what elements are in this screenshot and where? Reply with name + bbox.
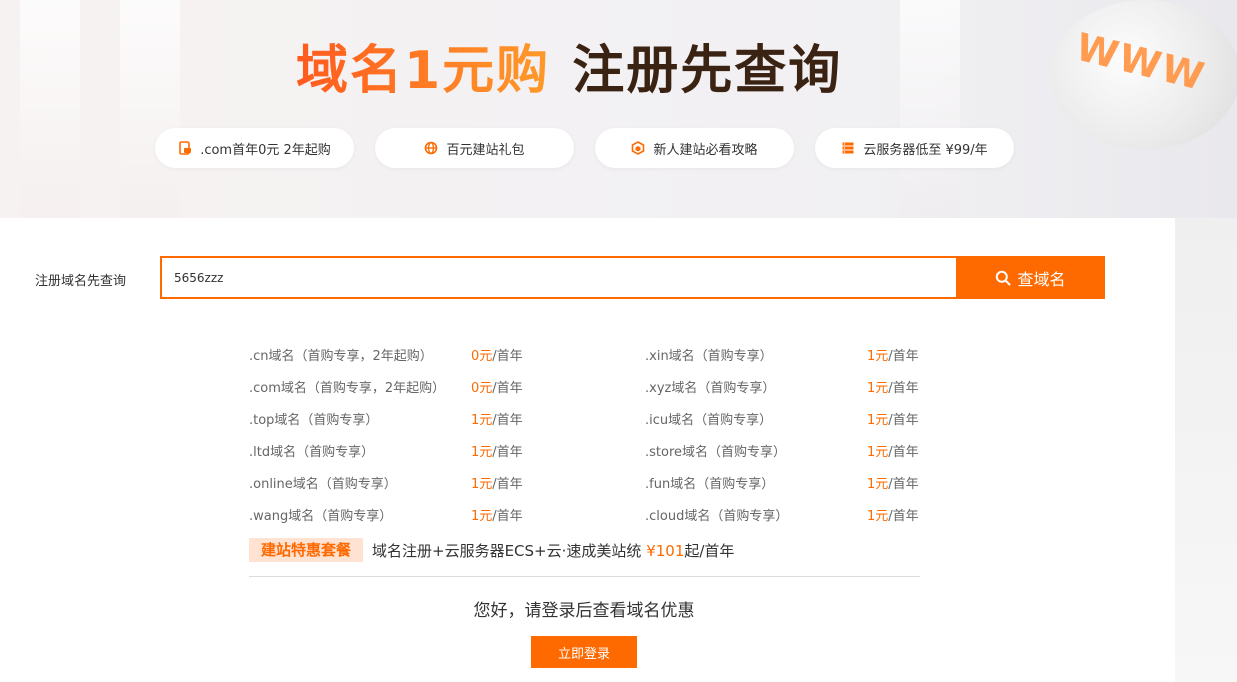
globe-icon: [425, 141, 438, 155]
pill-label: 百元建站礼包: [446, 142, 525, 158]
promo-package[interactable]: 建站特惠套餐 域名注册+云服务器ECS+云·速成美站统 ¥101起/首年: [249, 538, 734, 562]
domain-name: .store域名（首购专享）: [645, 444, 787, 460]
domain-name: .wang域名（首购专享）: [249, 508, 393, 524]
domain-name: .ltd域名（首购专享）: [249, 444, 375, 460]
price-unit: /首年: [888, 444, 919, 460]
price-unit: /首年: [492, 444, 523, 460]
domain-price: 1元: [867, 412, 889, 428]
promo-price: ¥101: [646, 541, 685, 560]
domain-name: .online域名（首购专享）: [249, 476, 397, 492]
list-item[interactable]: .cn域名（首购专享，2年起购） 0元/首年: [249, 338, 645, 370]
pill-site-package[interactable]: 百元建站礼包: [375, 128, 574, 168]
server-icon: [842, 142, 854, 154]
domain-name: .xin域名（首购专享）: [645, 348, 773, 364]
pill-label: 云服务器低至 ¥99/年: [863, 142, 988, 158]
domain-name: .top域名（首购专享）: [249, 412, 379, 428]
domain-price: 1元: [471, 508, 493, 524]
price-unit: /首年: [492, 476, 523, 492]
domain-price: 1元: [471, 444, 493, 460]
banner-decoration: [900, 0, 960, 218]
domain-price: 1元: [867, 380, 889, 396]
list-item[interactable]: .icu域名（首购专享） 1元/首年: [645, 402, 920, 434]
banner-decoration: [20, 0, 80, 218]
cube-icon: [632, 141, 645, 155]
hero-title: 域名1元购 注册先查询: [296, 28, 843, 103]
price-unit: /首年: [888, 348, 919, 364]
price-unit: /首年: [492, 348, 523, 364]
promo-suffix: 起/首年: [684, 541, 735, 560]
list-item[interactable]: .online域名（首购专享） 1元/首年: [249, 466, 645, 498]
domain-name: .cloud域名（首购专享）: [645, 508, 789, 524]
search-button-label: 查域名: [1017, 269, 1066, 289]
domain-price: 1元: [471, 476, 493, 492]
list-item[interactable]: .wang域名（首购专享） 1元/首年: [249, 498, 645, 530]
list-item[interactable]: .ltd域名（首购专享） 1元/首年: [249, 434, 645, 466]
pill-guide[interactable]: 新人建站必看攻略: [595, 128, 794, 168]
domain-price: 0元: [471, 348, 493, 364]
pill-server[interactable]: 云服务器低至 ¥99/年: [815, 128, 1014, 168]
domain-name: .xyz域名（首购专享）: [645, 380, 776, 396]
hero-banner: WWW 域名1元购 注册先查询 .com首年0元 2年起购 百元建站礼包 新人建…: [0, 0, 1237, 218]
login-button[interactable]: 立即登录: [531, 636, 637, 668]
domain-price: 1元: [867, 508, 889, 524]
login-hint: 您好，请登录后查看域名优惠: [473, 601, 695, 621]
domain-search-input[interactable]: [160, 256, 956, 299]
domain-price-list: .cn域名（首购专享，2年起购） 0元/首年 .xin域名（首购专享） 1元/首年 …: [249, 338, 920, 530]
domain-name: .fun域名（首购专享）: [645, 476, 775, 492]
price-unit: /首年: [888, 412, 919, 428]
domain-name: .com域名（首购专享，2年起购）: [249, 380, 446, 396]
domain-price: 1元: [867, 348, 889, 364]
list-item[interactable]: .cloud域名（首购专享） 1元/首年: [645, 498, 920, 530]
domain-price: 1元: [867, 444, 889, 460]
hero-title-main: 注册先查询: [572, 40, 843, 101]
price-unit: /首年: [888, 508, 919, 524]
list-item[interactable]: .store域名（首购专享） 1元/首年: [645, 434, 920, 466]
price-unit: /首年: [492, 380, 523, 396]
domain-icon: [179, 141, 192, 155]
pill-label: 新人建站必看攻略: [653, 142, 758, 158]
pill-label: .com首年0元 2年起购: [200, 142, 331, 158]
side-decoration: [1175, 218, 1237, 682]
list-item[interactable]: .fun域名（首购专享） 1元/首年: [645, 466, 920, 498]
pill-com-offer[interactable]: .com首年0元 2年起购: [155, 128, 354, 168]
list-item[interactable]: .top域名（首购专享） 1元/首年: [249, 402, 645, 434]
price-unit: /首年: [888, 380, 919, 396]
banner-decoration: [120, 0, 180, 218]
price-unit: /首年: [492, 508, 523, 524]
list-item[interactable]: .com域名（首购专享，2年起购） 0元/首年: [249, 370, 645, 402]
search-icon: [996, 270, 1011, 285]
domain-price: 1元: [471, 412, 493, 428]
price-unit: /首年: [888, 476, 919, 492]
feature-pills: .com首年0元 2年起购 百元建站礼包 新人建站必看攻略 云服务器低至 ¥99…: [155, 128, 1014, 168]
search-domain-button[interactable]: 查域名: [956, 256, 1105, 299]
price-unit: /首年: [492, 412, 523, 428]
domain-price: 0元: [471, 380, 493, 396]
domain-name: .icu域名（首购专享）: [645, 412, 773, 428]
domain-price: 1元: [867, 476, 889, 492]
search-label: 注册域名先查询: [35, 274, 127, 289]
domain-name: .cn域名（首购专享，2年起购）: [249, 348, 433, 364]
list-item[interactable]: .xin域名（首购专享） 1元/首年: [645, 338, 920, 370]
promo-text: 域名注册+云服务器ECS+云·速成美站统 ¥101起/首年: [372, 540, 734, 561]
hero-title-highlight: 域名1元购: [296, 28, 550, 103]
list-item[interactable]: .xyz域名（首购专享） 1元/首年: [645, 370, 920, 402]
promo-description: 域名注册+云服务器ECS+云·速成美站统: [372, 541, 642, 560]
divider: [249, 576, 920, 577]
promo-tag: 建站特惠套餐: [249, 538, 364, 562]
